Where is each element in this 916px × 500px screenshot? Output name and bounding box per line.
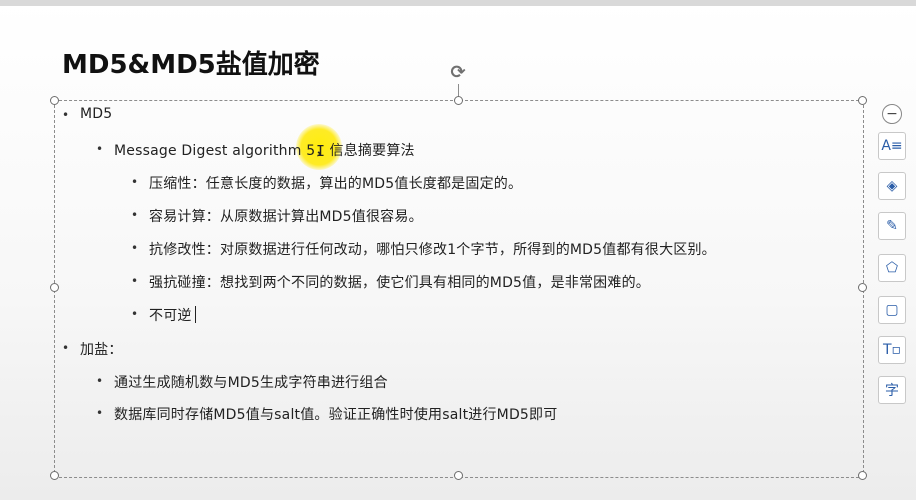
text-caret xyxy=(194,306,196,323)
bullet-marker: • xyxy=(96,406,104,420)
bullet-random-combine[interactable]: 通过生成随机数与MD5生成字符串进行组合 xyxy=(114,372,388,392)
text-style-icon[interactable]: A≡ xyxy=(878,132,906,160)
bullet-md5[interactable]: MD5 xyxy=(80,106,112,122)
floating-toolbar: − A≡ ◈ ✎ ⬠ ▢ T▫ 字 xyxy=(876,100,910,410)
resize-handle-left[interactable] xyxy=(50,283,59,292)
resize-handle-bottom-left[interactable] xyxy=(50,471,59,480)
slide-title[interactable]: MD5&MD5盐值加密 xyxy=(62,44,320,81)
bullet-modification-resistance[interactable]: 抗修改性：对原数据进行任何改动，哪怕只修改1个字节，所得到的MD5值都有很大区别… xyxy=(149,239,716,259)
resize-handle-top-right[interactable] xyxy=(858,96,867,105)
bullet-marker: • xyxy=(62,341,70,355)
ibeam-cursor-icon: I xyxy=(316,142,326,160)
bullet-marker: • xyxy=(62,108,70,122)
bullet-collision-resistance[interactable]: 强抗碰撞：想找到两个不同的数据，使它们具有相同的MD5值，是非常困难的。 xyxy=(149,272,650,292)
collapse-toolbar-button[interactable]: − xyxy=(882,104,902,124)
bullet-marker: • xyxy=(131,307,139,321)
bullet-marker: • xyxy=(96,374,104,388)
font-icon[interactable]: 字 xyxy=(878,376,906,404)
resize-handle-bottom[interactable] xyxy=(454,471,463,480)
shape-fill-icon[interactable]: ⬠ xyxy=(878,254,906,282)
text-box-icon[interactable]: T▫ xyxy=(878,336,906,364)
resize-handle-top-left[interactable] xyxy=(50,96,59,105)
bullet-irreversible-text: 不可逆 xyxy=(149,308,192,324)
bullet-marker: • xyxy=(131,241,139,255)
bullet-db-store-salt[interactable]: 数据库同时存储MD5值与salt值。验证正确性时使用salt进行MD5即可 xyxy=(114,404,557,424)
frame-icon[interactable]: ▢ xyxy=(878,296,906,324)
bullet-marker: • xyxy=(96,142,104,156)
bullet-marker: • xyxy=(131,175,139,189)
bullet-message-digest[interactable]: Message Digest algorithm 5，信息摘要算法 xyxy=(114,140,415,160)
bullet-easy-compute[interactable]: 容易计算：从原数据计算出MD5值很容易。 xyxy=(149,206,423,226)
resize-handle-right[interactable] xyxy=(858,283,867,292)
resize-handle-bottom-right[interactable] xyxy=(858,471,867,480)
rotate-handle-icon[interactable]: ⟳ xyxy=(449,64,467,82)
slide-top-edge xyxy=(0,0,916,6)
brush-icon[interactable]: ✎ xyxy=(878,212,906,240)
layers-icon[interactable]: ◈ xyxy=(878,172,906,200)
bullet-compressibility[interactable]: 压缩性：任意长度的数据，算出的MD5值长度都是固定的。 xyxy=(149,173,522,193)
slide-canvas: MD5&MD5盐值加密 ⟳ • MD5 • Message Digest alg… xyxy=(0,0,916,500)
bullet-salting[interactable]: 加盐： xyxy=(80,339,123,359)
resize-handle-top[interactable] xyxy=(454,96,463,105)
bullet-irreversible[interactable]: 不可逆 xyxy=(149,305,196,325)
bullet-marker: • xyxy=(131,274,139,288)
bullet-marker: • xyxy=(131,208,139,222)
